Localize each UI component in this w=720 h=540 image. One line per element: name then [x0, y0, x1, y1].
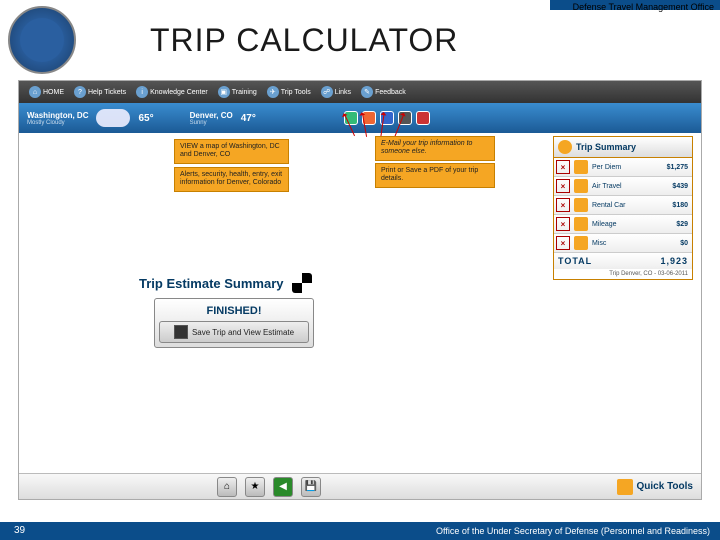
tools-icon: ✈	[267, 86, 279, 98]
trip-summary-panel: Trip Summary ×Per Diem$1,275 ×Air Travel…	[553, 136, 693, 280]
links-icon: ☍	[321, 86, 333, 98]
nav-feedback[interactable]: ✎Feedback	[357, 86, 410, 98]
training-icon: ▣	[218, 86, 230, 98]
close-icon[interactable]	[416, 111, 430, 125]
checkered-flag-icon	[292, 273, 312, 293]
nav-home[interactable]: ⌂HOME	[25, 86, 68, 98]
callout-print: Print or Save a PDF of your trip details…	[375, 163, 495, 188]
weather-city-2: Denver, CO	[190, 111, 233, 120]
table-row: ×Air Travel$439	[554, 177, 692, 196]
bottom-toolbar: ⌂ ★ ◀ 💾 Quick Tools	[19, 473, 701, 499]
info-icon: i	[136, 86, 148, 98]
save-button[interactable]: 💾	[301, 477, 321, 497]
home-icon: ⌂	[29, 86, 41, 98]
mileage-icon	[574, 217, 588, 231]
feedback-icon: ✎	[361, 86, 373, 98]
callout-alerts: Alerts, security, health, entry, exit in…	[174, 167, 289, 192]
cloud-icon	[96, 109, 130, 127]
nav-knowledge[interactable]: iKnowledge Center	[132, 86, 212, 98]
toolbar-icons	[344, 111, 430, 125]
callout-email: E-Mail your trip information to someone …	[375, 136, 495, 161]
weather-temp-1: 65°	[138, 113, 153, 124]
nav-triptools[interactable]: ✈Trip Tools	[263, 86, 315, 98]
callout-map: VIEW a map of Washington, DC and Denver,…	[174, 139, 289, 164]
footer-text: Office of the Under Secretary of Defense…	[436, 526, 710, 536]
nav-training[interactable]: ▣Training	[214, 86, 261, 98]
perdiem-icon	[574, 160, 588, 174]
wrench-icon	[617, 479, 633, 495]
weather-city-1: Washington, DC	[27, 111, 88, 120]
home-button[interactable]: ⌂	[217, 477, 237, 497]
delete-row-button[interactable]: ×	[556, 179, 570, 193]
trip-summary-header: Trip Summary	[554, 137, 692, 158]
help-icon: ?	[74, 86, 86, 98]
header-office: Defense Travel Management Office	[573, 2, 714, 12]
delete-row-button[interactable]: ×	[556, 217, 570, 231]
car-icon	[574, 198, 588, 212]
weather-temp-2: 47°	[241, 113, 256, 124]
delete-row-button[interactable]: ×	[556, 160, 570, 174]
delete-row-button[interactable]: ×	[556, 198, 570, 212]
summary-total: TOTAL1,923	[554, 253, 692, 269]
dod-seal	[8, 6, 76, 74]
estimate-header: Trip Estimate Summary	[139, 273, 312, 293]
nav-links[interactable]: ☍Links	[317, 86, 355, 98]
summary-note: Trip Denver, CO - 03-06-2011	[554, 269, 692, 279]
misc-icon	[574, 236, 588, 250]
plane-icon	[574, 179, 588, 193]
table-row: ×Per Diem$1,275	[554, 158, 692, 177]
quick-tools[interactable]: Quick Tools	[617, 479, 694, 495]
slide-title: TRIP CALCULATOR	[150, 22, 458, 59]
weather-bar: Washington, DCMostly Cloudy 65° Denver, …	[19, 103, 701, 133]
new-button[interactable]: ★	[245, 477, 265, 497]
back-button[interactable]: ◀	[273, 477, 293, 497]
table-row: ×Rental Car$180	[554, 196, 692, 215]
nav-help[interactable]: ?Help Tickets	[70, 86, 130, 98]
page-number: 39	[14, 525, 25, 536]
app-screenshot: ⌂HOME ?Help Tickets iKnowledge Center ▣T…	[18, 80, 702, 500]
magnifier-icon	[558, 140, 572, 154]
table-row: ×Mileage$29	[554, 215, 692, 234]
finished-panel: FINISHED! Save Trip and View Estimate	[154, 298, 314, 348]
delete-row-button[interactable]: ×	[556, 236, 570, 250]
finished-label: FINISHED!	[159, 303, 309, 319]
top-nav: ⌂HOME ?Help Tickets iKnowledge Center ▣T…	[19, 81, 701, 103]
save-trip-button[interactable]: Save Trip and View Estimate	[159, 321, 309, 343]
disk-icon	[174, 325, 188, 339]
table-row: ×Misc$0	[554, 234, 692, 253]
content-area: VIEW a map of Washington, DC and Denver,…	[19, 133, 701, 499]
